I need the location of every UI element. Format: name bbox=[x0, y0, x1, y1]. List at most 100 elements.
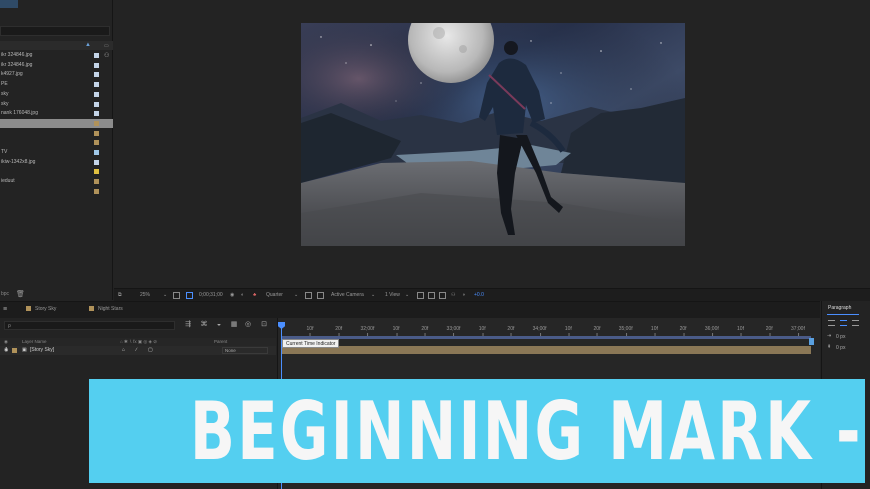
work-area-end-marker[interactable] bbox=[809, 338, 814, 345]
label-color-swatch[interactable] bbox=[94, 179, 99, 185]
fit-frame-icon[interactable] bbox=[173, 292, 180, 299]
resolution-select[interactable]: Quarter bbox=[266, 292, 283, 298]
work-area-bar[interactable] bbox=[281, 336, 811, 339]
project-item[interactable]: TV bbox=[0, 148, 113, 157]
project-item[interactable]: ikiw-1342x8.jpg bbox=[0, 158, 113, 167]
viewer-control-bar: ⧉ 25% ⌄ 0;00;31;00 ◉ ◐ ♣ Quarter ⌄ Activ… bbox=[114, 288, 870, 301]
sort-arrow-icon[interactable]: ▲ bbox=[85, 42, 91, 48]
layer-name[interactable]: [Story Sky] bbox=[30, 347, 54, 353]
time-ruler[interactable]: 10f 20f 32;00f 10f 20f 33;00f 10f 20f 34;00f 10f 2… bbox=[278, 321, 821, 336]
ruler-tick-label: 36;00f bbox=[704, 326, 719, 336]
label-color-swatch[interactable] bbox=[94, 150, 99, 155]
label-color-swatch[interactable] bbox=[94, 91, 99, 97]
label-color-swatch[interactable] bbox=[94, 62, 99, 68]
frame-blending-icon[interactable]: ▦ bbox=[230, 321, 238, 329]
camera-dropdown-icon[interactable]: ⌄ bbox=[371, 292, 375, 298]
graph-editor-icon[interactable]: ⊡ bbox=[260, 321, 268, 329]
label-color-swatch[interactable] bbox=[94, 82, 99, 88]
layer-switch-box[interactable]: ▢ bbox=[148, 347, 153, 353]
draft-3d-icon[interactable]: ⌘ bbox=[200, 321, 208, 329]
magnify-icon[interactable]: ⧉ bbox=[118, 292, 122, 298]
label-color-swatch[interactable] bbox=[94, 169, 99, 175]
project-item-name: ikr 324846.jpg bbox=[1, 61, 33, 68]
resolution-dropdown-icon[interactable]: ⌄ bbox=[294, 292, 298, 298]
composition-frame[interactable] bbox=[301, 23, 685, 246]
project-search-input[interactable] bbox=[0, 26, 110, 36]
parent-select[interactable]: None bbox=[222, 347, 268, 354]
zoom-select[interactable]: 25% bbox=[140, 292, 150, 298]
align-right-icon[interactable] bbox=[852, 320, 859, 326]
align-center-icon[interactable] bbox=[840, 320, 847, 326]
label-color-swatch[interactable] bbox=[94, 140, 99, 146]
timecode-display[interactable]: 0;00;31;00 bbox=[199, 292, 223, 298]
ruler-tick-label: 33;00f bbox=[446, 326, 461, 336]
label-color-swatch[interactable] bbox=[94, 101, 99, 107]
tab-story-sky[interactable]: Story Sky bbox=[26, 306, 56, 312]
layer-duration-bar[interactable] bbox=[281, 346, 811, 354]
view-layout-select[interactable]: 1 View bbox=[385, 292, 400, 298]
layer-quality-switch-icon[interactable]: ∕ bbox=[136, 347, 137, 353]
tab-night-stars[interactable]: Night Stars bbox=[89, 306, 123, 312]
ruler-tick-label: 34;00f bbox=[532, 326, 547, 336]
snapshot-icon[interactable]: ◉ bbox=[230, 292, 234, 298]
project-item-name: TV bbox=[1, 149, 8, 155]
layer-row[interactable]: ◉ 1 ▣ [Story Sky] ⌂ ∕ ▢ None bbox=[0, 346, 276, 355]
project-item[interactable]: nank 176048.jpg bbox=[0, 109, 113, 118]
banner-text: BEGINNING MARK - B bbox=[189, 385, 870, 478]
fast-preview-icon[interactable] bbox=[428, 292, 435, 299]
channel-icon[interactable]: ♣ bbox=[253, 292, 256, 298]
motion-blur-icon[interactable]: ◎ bbox=[244, 321, 252, 329]
comp-mini-flowchart-icon[interactable]: ⇶ bbox=[184, 321, 192, 329]
project-item[interactable] bbox=[0, 129, 113, 138]
layer-shy-switch-icon[interactable]: ⌂ bbox=[122, 347, 125, 353]
indent-left-value[interactable]: 0 px bbox=[836, 334, 845, 340]
project-item[interactable]: ieduut bbox=[0, 177, 113, 186]
label-color-swatch[interactable] bbox=[94, 53, 99, 58]
label-color-swatch[interactable] bbox=[94, 159, 99, 165]
project-item[interactable] bbox=[0, 118, 113, 128]
shy-icon[interactable]: ◒ bbox=[215, 321, 223, 329]
zoom-dropdown-icon[interactable]: ⌄ bbox=[163, 292, 167, 298]
layer-label-swatch[interactable] bbox=[12, 348, 17, 353]
current-time-indicator-tooltip: Current Time Indicator bbox=[282, 339, 340, 348]
flowchart-view-icon[interactable]: ⚇ bbox=[451, 292, 455, 298]
project-item[interactable] bbox=[0, 138, 113, 147]
pixel-aspect-icon[interactable] bbox=[417, 292, 424, 299]
project-item-name: sky bbox=[1, 90, 9, 97]
bpc-label[interactable]: bpc bbox=[1, 291, 9, 297]
project-item[interactable]: ikr 324846.jpg bbox=[0, 61, 113, 70]
ruler-tick-label: 10f bbox=[306, 326, 314, 336]
project-item[interactable]: ikr 324846.jpg bbox=[0, 51, 113, 60]
label-color-swatch[interactable] bbox=[94, 120, 99, 126]
project-item[interactable]: k4927.jpg bbox=[0, 70, 113, 79]
layer-type-icon: ▣ bbox=[22, 347, 27, 353]
label-color-swatch[interactable] bbox=[94, 111, 99, 117]
align-left-icon[interactable] bbox=[828, 320, 835, 326]
toggle-timeline-icon[interactable] bbox=[439, 292, 446, 299]
trash-icon[interactable]: 🗑 bbox=[16, 290, 25, 298]
panel-menu-icon[interactable]: ≡ bbox=[3, 306, 7, 313]
layer-name-column[interactable]: Layer Name bbox=[22, 339, 47, 344]
project-item[interactable]: sky bbox=[0, 90, 113, 99]
space-before-value[interactable]: 0 px bbox=[836, 345, 845, 351]
camera-select[interactable]: Active Camera bbox=[331, 292, 364, 298]
exposure-value[interactable]: +0.0 bbox=[474, 292, 484, 298]
safe-margins-icon[interactable] bbox=[186, 292, 193, 299]
project-item[interactable] bbox=[0, 167, 113, 176]
label-column-icon: ▭ bbox=[104, 43, 109, 49]
project-item[interactable]: sky bbox=[0, 100, 113, 109]
timeline-search-input[interactable]: ρ bbox=[4, 321, 175, 330]
label-color-swatch[interactable] bbox=[94, 188, 99, 194]
paragraph-title[interactable]: Paragraph bbox=[828, 305, 851, 311]
transparency-grid-icon[interactable] bbox=[317, 292, 324, 299]
project-item[interactable] bbox=[0, 187, 113, 196]
exposure-icon[interactable]: ◑ bbox=[462, 292, 465, 298]
label-color-swatch[interactable] bbox=[94, 130, 99, 136]
parent-column[interactable]: Parent bbox=[214, 339, 227, 344]
view-dropdown-icon[interactable]: ⌄ bbox=[405, 292, 409, 298]
show-snapshot-icon[interactable]: ◐ bbox=[241, 292, 244, 298]
ruler-tick-label: 10f bbox=[737, 326, 744, 336]
label-color-swatch[interactable] bbox=[94, 72, 99, 78]
region-of-interest-icon[interactable] bbox=[305, 292, 312, 299]
project-item[interactable]: PE bbox=[0, 80, 113, 89]
